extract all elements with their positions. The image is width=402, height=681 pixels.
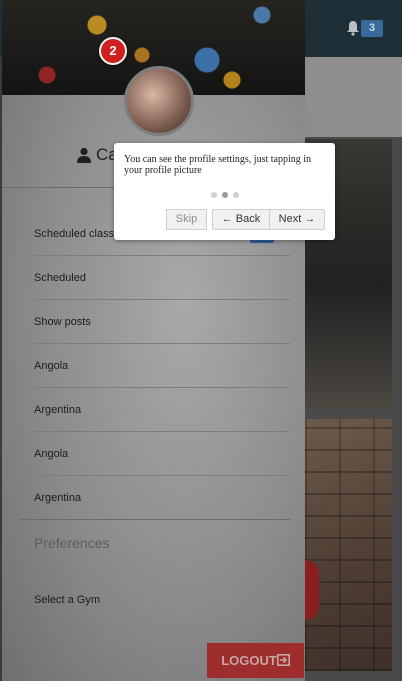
sidebar-drawer: Ca Scheduled class Scheduled Show posts … bbox=[2, 0, 305, 681]
logout-button[interactable]: LOGOUT bbox=[207, 643, 304, 678]
user-icon bbox=[77, 147, 91, 163]
section-divider bbox=[19, 519, 290, 520]
tour-dot bbox=[233, 192, 239, 198]
tour-dot-active bbox=[222, 192, 228, 198]
menu-item-argentina[interactable]: Argentina bbox=[34, 388, 290, 432]
content-header-area bbox=[305, 57, 402, 137]
tour-next-button[interactable]: Next → bbox=[269, 209, 325, 230]
tour-dot bbox=[211, 192, 217, 198]
notification-count-badge[interactable]: 3 bbox=[361, 20, 383, 37]
preferences-heading: Preferences bbox=[34, 535, 110, 551]
menu-item-argentina[interactable]: Argentina bbox=[34, 476, 290, 520]
logout-label: LOGOUT bbox=[221, 653, 277, 668]
bell-icon[interactable] bbox=[346, 20, 360, 36]
menu-item-scheduled[interactable]: Scheduled bbox=[34, 256, 290, 300]
menu-item-angola[interactable]: Angola bbox=[34, 344, 290, 388]
tour-skip-button[interactable]: Skip bbox=[166, 209, 207, 230]
tour-tooltip-text: You can see the profile settings, just t… bbox=[124, 154, 312, 176]
profile-avatar[interactable] bbox=[124, 66, 194, 136]
menu-item-select-gym[interactable]: Select a Gym bbox=[34, 594, 100, 606]
tour-back-button[interactable]: ← Back bbox=[212, 209, 270, 230]
tour-step-badge: 2 bbox=[99, 37, 127, 65]
tour-tooltip: You can see the profile settings, just t… bbox=[114, 143, 335, 240]
post-photo-card[interactable] bbox=[305, 419, 392, 671]
photo-detail bbox=[305, 560, 319, 620]
logout-icon bbox=[276, 654, 290, 666]
menu-item-angola[interactable]: Angola bbox=[34, 432, 290, 476]
tour-progress-dots bbox=[211, 192, 241, 198]
menu-item-show-posts[interactable]: Show posts bbox=[34, 300, 290, 344]
